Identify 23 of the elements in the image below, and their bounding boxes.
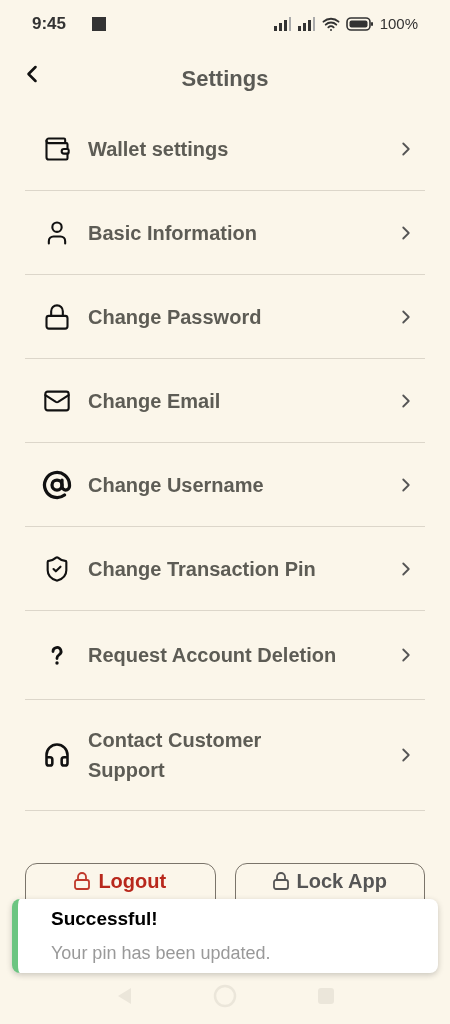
lock-icon: [43, 302, 71, 331]
status-time: 9:45: [32, 13, 67, 36]
toast-message: Your pin has been updated.: [51, 941, 272, 965]
wallet-icon: [43, 135, 71, 163]
lock-icon: [74, 872, 91, 890]
lock-icon: [272, 872, 289, 890]
battery-icon: [345, 17, 374, 31]
notification-square-icon: [92, 17, 107, 31]
settings-item[interactable]: Request Account Deletion: [25, 611, 425, 700]
headset-icon: [43, 741, 71, 769]
at-sign-icon: [42, 469, 72, 500]
settings-item[interactable]: Basic Information: [25, 191, 425, 275]
signal-icon: [297, 17, 316, 31]
page-title: Settings: [181, 64, 269, 93]
settings-item[interactable]: Change Email: [25, 359, 425, 443]
signal-icon: [273, 17, 292, 31]
settings-item[interactable]: Wallet settings: [25, 108, 425, 191]
wifi-icon: [321, 15, 340, 33]
settings-item[interactable]: Contact Customer Support: [25, 700, 425, 811]
settings-item[interactable]: Change Password: [25, 275, 425, 359]
battery-level: 100%: [379, 13, 418, 34]
settings-item[interactable]: Change Username: [25, 443, 425, 527]
settings-item[interactable]: Change Transaction Pin: [25, 527, 425, 611]
